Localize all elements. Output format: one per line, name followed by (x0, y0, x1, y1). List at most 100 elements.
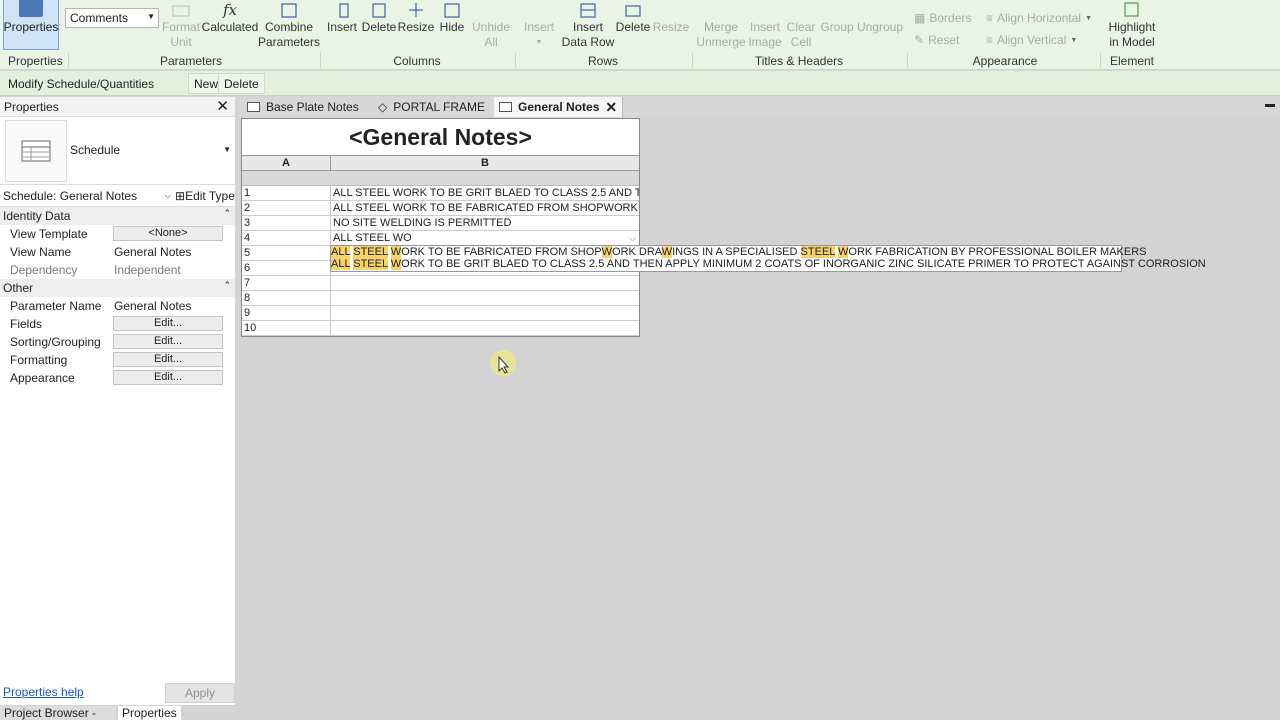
note-cell[interactable] (331, 306, 639, 320)
view-name-value[interactable]: General Notes (114, 245, 191, 259)
row-resize-button[interactable]: Resize (653, 0, 690, 35)
instance-row: Schedule: General Notes ⌵ ⊞Edit Type (0, 185, 235, 207)
category-other[interactable]: Other ⌃ (0, 279, 235, 297)
tab-label: General Notes (518, 100, 600, 114)
properties-button[interactable]: Properties (3, 0, 59, 50)
group-button[interactable]: Group (820, 0, 854, 35)
delete-button[interactable]: Delete (218, 73, 265, 94)
merge-unmerge-label: Merge Unmerge (696, 20, 746, 49)
panel-titles-headers: Titles & Headers (754, 54, 844, 68)
column-header-b[interactable]: B (331, 156, 639, 170)
align-horizontal-button[interactable]: ≡ Align Horizontal ▼ (986, 11, 1092, 25)
row-insert-button[interactable]: Insert ▼ (521, 0, 557, 50)
note-cell-input[interactable]: ALL STEEL WO (333, 232, 412, 244)
instance-selector[interactable]: Schedule: General Notes ⌵ (3, 189, 171, 203)
type-selector[interactable]: Schedule ▼ (0, 117, 235, 185)
schedule-column-headers: A B (242, 156, 639, 171)
note-cell[interactable]: ALL STEEL WORK TO BE GRIT BLAED TO CLASS… (331, 186, 639, 200)
note-cell[interactable]: ALL STEEL WORK TO BE FABRICATED FROM SHO… (331, 201, 639, 215)
view-3d-icon: ◇ (378, 100, 388, 114)
mouse-cursor-icon (490, 350, 516, 376)
clear-cell-button[interactable]: Clear Cell (785, 0, 817, 50)
highlight-in-model-button[interactable]: Highlight in Model (1104, 0, 1160, 50)
chevron-down-icon: ▼ (535, 39, 543, 46)
format-unit-button[interactable]: Format Unit (161, 0, 201, 50)
insert-data-row-label: Insert Data Row (561, 20, 615, 49)
note-cell[interactable]: NO SITE WELDING IS PERMITTED (331, 216, 639, 230)
tab-portal-frame[interactable]: ◇ PORTAL FRAME (373, 97, 490, 117)
column-delete-button[interactable]: Delete (360, 0, 398, 35)
row-delete-button[interactable]: Delete (614, 0, 652, 35)
insert-image-label: Insert Image (748, 20, 782, 49)
table-row[interactable]: 2 ALL STEEL WORK TO BE FABRICATED FROM SH… (242, 201, 639, 216)
resize-row-icon (660, 0, 682, 18)
apply-button[interactable]: Apply (165, 683, 235, 703)
insert-image-button[interactable]: Insert Image (746, 0, 784, 50)
note-cell[interactable] (331, 321, 639, 335)
fields-edit-button[interactable]: Edit... (113, 316, 223, 331)
close-icon[interactable]: ✕ (216, 97, 229, 115)
row-number: 10 (242, 321, 331, 335)
formatting-edit-button[interactable]: Edit... (113, 352, 223, 367)
note-cell[interactable] (331, 276, 639, 290)
panel-separator (1100, 52, 1101, 68)
appearance-edit-button[interactable]: Edit... (113, 370, 223, 385)
dependency-value: Independent (114, 263, 181, 277)
view-template-button[interactable]: <None> (113, 226, 223, 241)
table-row[interactable]: 7 (242, 276, 639, 291)
tab-base-plate-notes[interactable]: Base Plate Notes (242, 97, 364, 117)
table-row[interactable]: 3 NO SITE WELDING IS PERMITTED (242, 216, 639, 231)
table-row[interactable]: 8 (242, 291, 639, 306)
row-number: 1 (242, 186, 331, 200)
parameter-combo[interactable]: Comments ▼ (65, 8, 159, 28)
chevron-down-icon: ▼ (1085, 14, 1092, 22)
unhide-all-button[interactable]: Unhide All (470, 0, 512, 50)
panel-separator (515, 52, 516, 68)
reset-button[interactable]: ✎ Reset (914, 33, 959, 47)
autocomplete-option[interactable]: ALL STEEL WORK TO BE FABRICATED FROM SHO… (331, 246, 1147, 258)
chevron-down-icon[interactable]: ⌵ (629, 231, 636, 245)
sorting-grouping-edit-button[interactable]: Edit... (113, 334, 223, 349)
table-row[interactable]: 10 (242, 321, 639, 336)
panel-separator (68, 52, 69, 68)
match-highlight: W (838, 246, 849, 258)
column-hide-button[interactable]: Hide (436, 0, 468, 35)
match-highlight: W (601, 246, 613, 258)
property-row: View Template <None> (0, 225, 235, 243)
category-identity-data[interactable]: Identity Data ⌃ (0, 207, 235, 225)
tabs-menu-icon[interactable]: ▬ (1265, 99, 1275, 110)
insert-data-row-button[interactable]: Insert Data Row (560, 0, 616, 50)
note-cell-editing[interactable]: ALL STEEL WO ⌵ (331, 231, 639, 245)
tab-properties[interactable]: Properties (118, 706, 181, 720)
borders-button[interactable]: ▦ Borders (914, 11, 971, 25)
column-resize-button[interactable]: Resize (398, 0, 434, 35)
parameter-name-value[interactable]: General Notes (114, 299, 191, 313)
column-insert-button[interactable]: Insert (325, 0, 359, 35)
edit-type-button[interactable]: ⊞Edit Type (175, 189, 235, 203)
calculated-button[interactable]: fx Calculated (202, 0, 259, 35)
autocomplete-option[interactable]: ALL STEEL WORK TO BE GRIT BLAED TO CLASS… (331, 258, 1206, 270)
properties-icon (19, 0, 43, 17)
tab-label: Base Plate Notes (266, 100, 359, 114)
combine-parameters-button[interactable]: Combine Parameters (258, 0, 320, 50)
tab-project-browser[interactable]: Project Browser - St... (0, 706, 116, 720)
table-row[interactable]: 1 ALL STEEL WORK TO BE GRIT BLAED TO CLAS… (242, 186, 639, 201)
match-highlight: W (390, 246, 402, 258)
panel-tabs: Project Browser - St... Properties (0, 705, 235, 720)
tab-general-notes[interactable]: General Notes ✕ (494, 97, 624, 117)
option-text: ORK TO BE FABRICATED FROM SHOP (401, 246, 602, 258)
column-header-a[interactable]: A (242, 156, 331, 170)
panel-separator (692, 52, 693, 68)
properties-help-link[interactable]: Properties help (3, 685, 84, 699)
close-icon[interactable]: ✕ (605, 99, 617, 116)
schedule-title[interactable]: <General Notes> (242, 119, 639, 156)
hide-column-icon (441, 0, 463, 18)
insert-data-row-icon (577, 0, 599, 18)
property-key: View Template (10, 227, 88, 241)
table-row[interactable]: 9 (242, 306, 639, 321)
table-row[interactable]: 4 ALL STEEL WO ⌵ (242, 231, 639, 246)
merge-unmerge-button[interactable]: Merge Unmerge (696, 0, 746, 50)
align-vertical-button[interactable]: ≡ Align Vertical ▼ (986, 33, 1077, 47)
ungroup-button[interactable]: Ungroup (856, 0, 904, 35)
note-cell[interactable] (331, 291, 639, 305)
